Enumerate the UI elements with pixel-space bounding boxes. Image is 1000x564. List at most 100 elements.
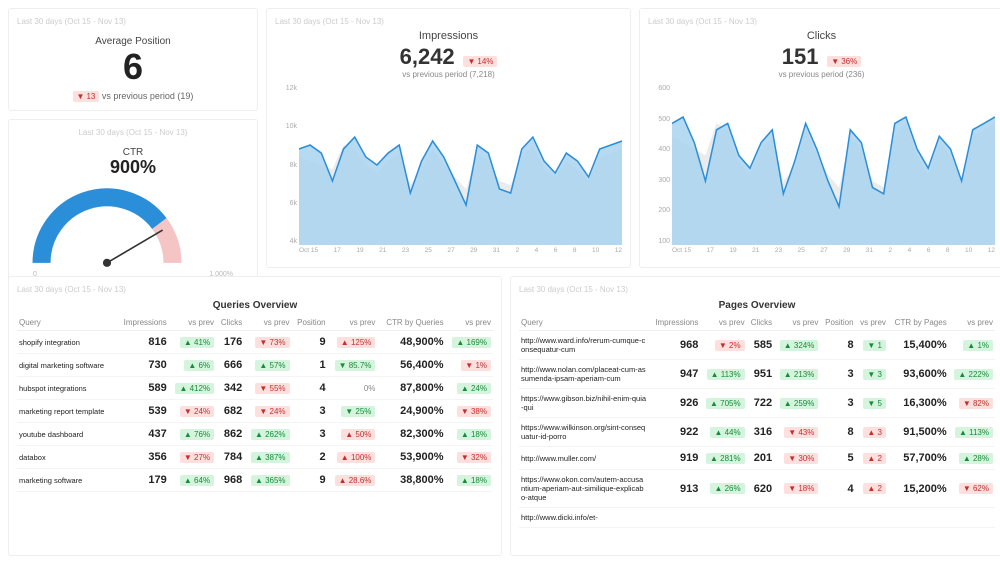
delta-badge: ▼ 18% [784,483,818,494]
cell-clk-delta: ▲ 387% [244,446,291,469]
delta-badge: ▲ 412% [175,383,214,394]
cell-ctr-delta: ▼ 38% [446,400,493,423]
delta-badge: ▼ 55% [255,383,289,394]
col-header: Clicks [216,315,244,331]
cell-ctr-delta: ▲ 24% [446,377,493,400]
cell-query: digital marketing software [17,354,116,377]
delta-badge: ▲ 3 [863,427,886,438]
col-header: Clicks [747,315,775,331]
table-row[interactable]: http://www.nolan.com/placeat-cum-assumen… [519,360,995,389]
cell-position: 4 [820,470,855,508]
delta-badge: ▼ 24% [255,406,289,417]
cell-ctr: 48,900% [377,331,445,354]
col-header: Impressions [649,315,700,331]
col-header: Position [820,315,855,331]
cell-impressions: 539 [116,400,168,423]
delta-badge: ▲ 18% [457,429,491,440]
cell-query: http://www.muller.com/ [519,447,649,470]
delta-badge: ▲ 125% [337,337,376,348]
cell-ctr-delta: ▲ 1% [949,331,995,360]
cell-pos-delta: ▲ 2 [856,470,888,508]
delta-badge: ▲ 262% [251,429,290,440]
cell-query: http://www.ward.info/rerum-cumque-conseq… [519,331,649,360]
cell-query: marketing report template [17,400,116,423]
table-row[interactable]: https://www.wilkinson.org/sint-consequat… [519,418,995,447]
delta-badge: ▼ 36% [827,56,861,67]
delta-badge: ▼ 27% [180,452,214,463]
chart-clicks[interactable]: Last 30 days (Oct 15 - Nov 13) Clicks 15… [639,8,1000,268]
table-row[interactable]: http://www.ward.info/rerum-cumque-conseq… [519,331,995,360]
chart-subtext: vs previous period (7,218) [275,70,622,79]
delta-badge: ▼ 3 [863,369,886,380]
delta-badge: ▼ 5 [863,398,886,409]
table-row[interactable]: https://www.gibson.biz/nihil-enim-quia-q… [519,389,995,418]
delta-badge: ▲ 113% [707,369,745,380]
pages-table: QueryImpressionsvs prevClicksvs prevPosi… [519,315,995,528]
cell-pos-delta: ▼ 25% [328,400,378,423]
cell-impressions: 437 [116,423,168,446]
delta-badge: ▼ 43% [784,427,818,438]
cell-imp-delta: ▲ 705% [700,389,746,418]
cell-impressions: 968 [649,331,700,360]
table-row[interactable]: hubspot integrations589▲ 412%342▼ 55%40%… [17,377,493,400]
period-label: Last 30 days (Oct 15 - Nov 13) [648,17,995,26]
cell-position [820,508,855,528]
delta-badge: ▲ 281% [706,453,745,464]
chart-title: Impressions [275,30,622,42]
cell-imp-delta: ▲ 64% [169,469,216,492]
cell-clk-delta: ▲ 262% [244,423,291,446]
table-row[interactable]: marketing software179▲ 64%968▲ 365%9▲ 28… [17,469,493,492]
cell-imp-delta: ▲ 113% [700,360,746,389]
delta-badge: ▲ 26% [710,483,744,494]
delta-badge: ▼ 30% [784,453,818,464]
table-row[interactable]: marketing report template539▼ 24%682▼ 24… [17,400,493,423]
table-queries[interactable]: Last 30 days (Oct 15 - Nov 13) Queries O… [8,276,502,556]
cell-clk-delta: ▼ 30% [774,447,820,470]
cell-pos-delta: ▼ 3 [856,360,888,389]
cell-clicks: 666 [216,354,244,377]
cell-ctr-delta: ▼ 82% [949,389,995,418]
delta-badge: ▲ 24% [457,383,491,394]
delta-badge: ▼ 82% [959,398,993,409]
table-row[interactable]: digital marketing software730▲ 6%666▲ 57… [17,354,493,377]
cell-clicks: 784 [216,446,244,469]
cell-clicks: 951 [747,360,775,389]
table-pages[interactable]: Last 30 days (Oct 15 - Nov 13) Pages Ove… [510,276,1000,556]
cell-clk-delta: ▲ 259% [774,389,820,418]
cell-query: http://www.dicki.info/et- [519,508,649,528]
table-row[interactable]: http://www.muller.com/919▲ 281%201▼ 30%5… [519,447,995,470]
col-header: Position [292,315,328,331]
cell-clicks: 316 [747,418,775,447]
cell-position: 4 [292,377,328,400]
delta-badge: ▲ 6% [184,360,214,371]
table-row[interactable]: youtube dashboard437▲ 76%862▲ 262%3▲ 50%… [17,423,493,446]
col-header: vs prev [244,315,291,331]
table-row[interactable]: shopify integration816▲ 41%176▼ 73%9▲ 12… [17,331,493,354]
delta-badge: ▲ 2 [863,453,886,464]
delta-badge: ▼ 38% [457,406,491,417]
cell-position: 9 [292,331,328,354]
kpi-ctr[interactable]: Last 30 days (Oct 15 - Nov 13) CTR 900% … [8,119,258,288]
chart-impressions[interactable]: Last 30 days (Oct 15 - Nov 13) Impressio… [266,8,631,268]
table-row[interactable]: databox356▼ 27%784▲ 387%2▲ 100%53,900%▼ … [17,446,493,469]
table-row[interactable]: http://www.dicki.info/et- [519,508,995,528]
cell-query: http://www.nolan.com/placeat-cum-assumen… [519,360,649,389]
delta-badge: ▲ 44% [710,427,744,438]
table-row[interactable]: https://www.okon.com/autem-accusantium-a… [519,470,995,508]
cell-imp-delta: ▲ 76% [169,423,216,446]
table-title: Queries Overview [17,300,493,311]
cell-pos-delta: ▲ 100% [328,446,378,469]
col-header: Query [17,315,116,331]
chart-title: Clicks [648,30,995,42]
cell-clk-delta: ▼ 43% [774,418,820,447]
delta-badge: ▼ 32% [457,452,491,463]
delta-badge: ▲ 259% [780,398,819,409]
cell-ctr-delta: ▼ 62% [949,470,995,508]
cell-impressions: 816 [116,331,168,354]
cell-impressions: 356 [116,446,168,469]
delta-badge: ▼ 2% [715,340,745,351]
cell-query: hubspot integrations [17,377,116,400]
cell-position: 8 [820,331,855,360]
cell-clk-delta: ▼ 24% [244,400,291,423]
kpi-average-position[interactable]: Last 30 days (Oct 15 - Nov 13) Average P… [8,8,258,111]
